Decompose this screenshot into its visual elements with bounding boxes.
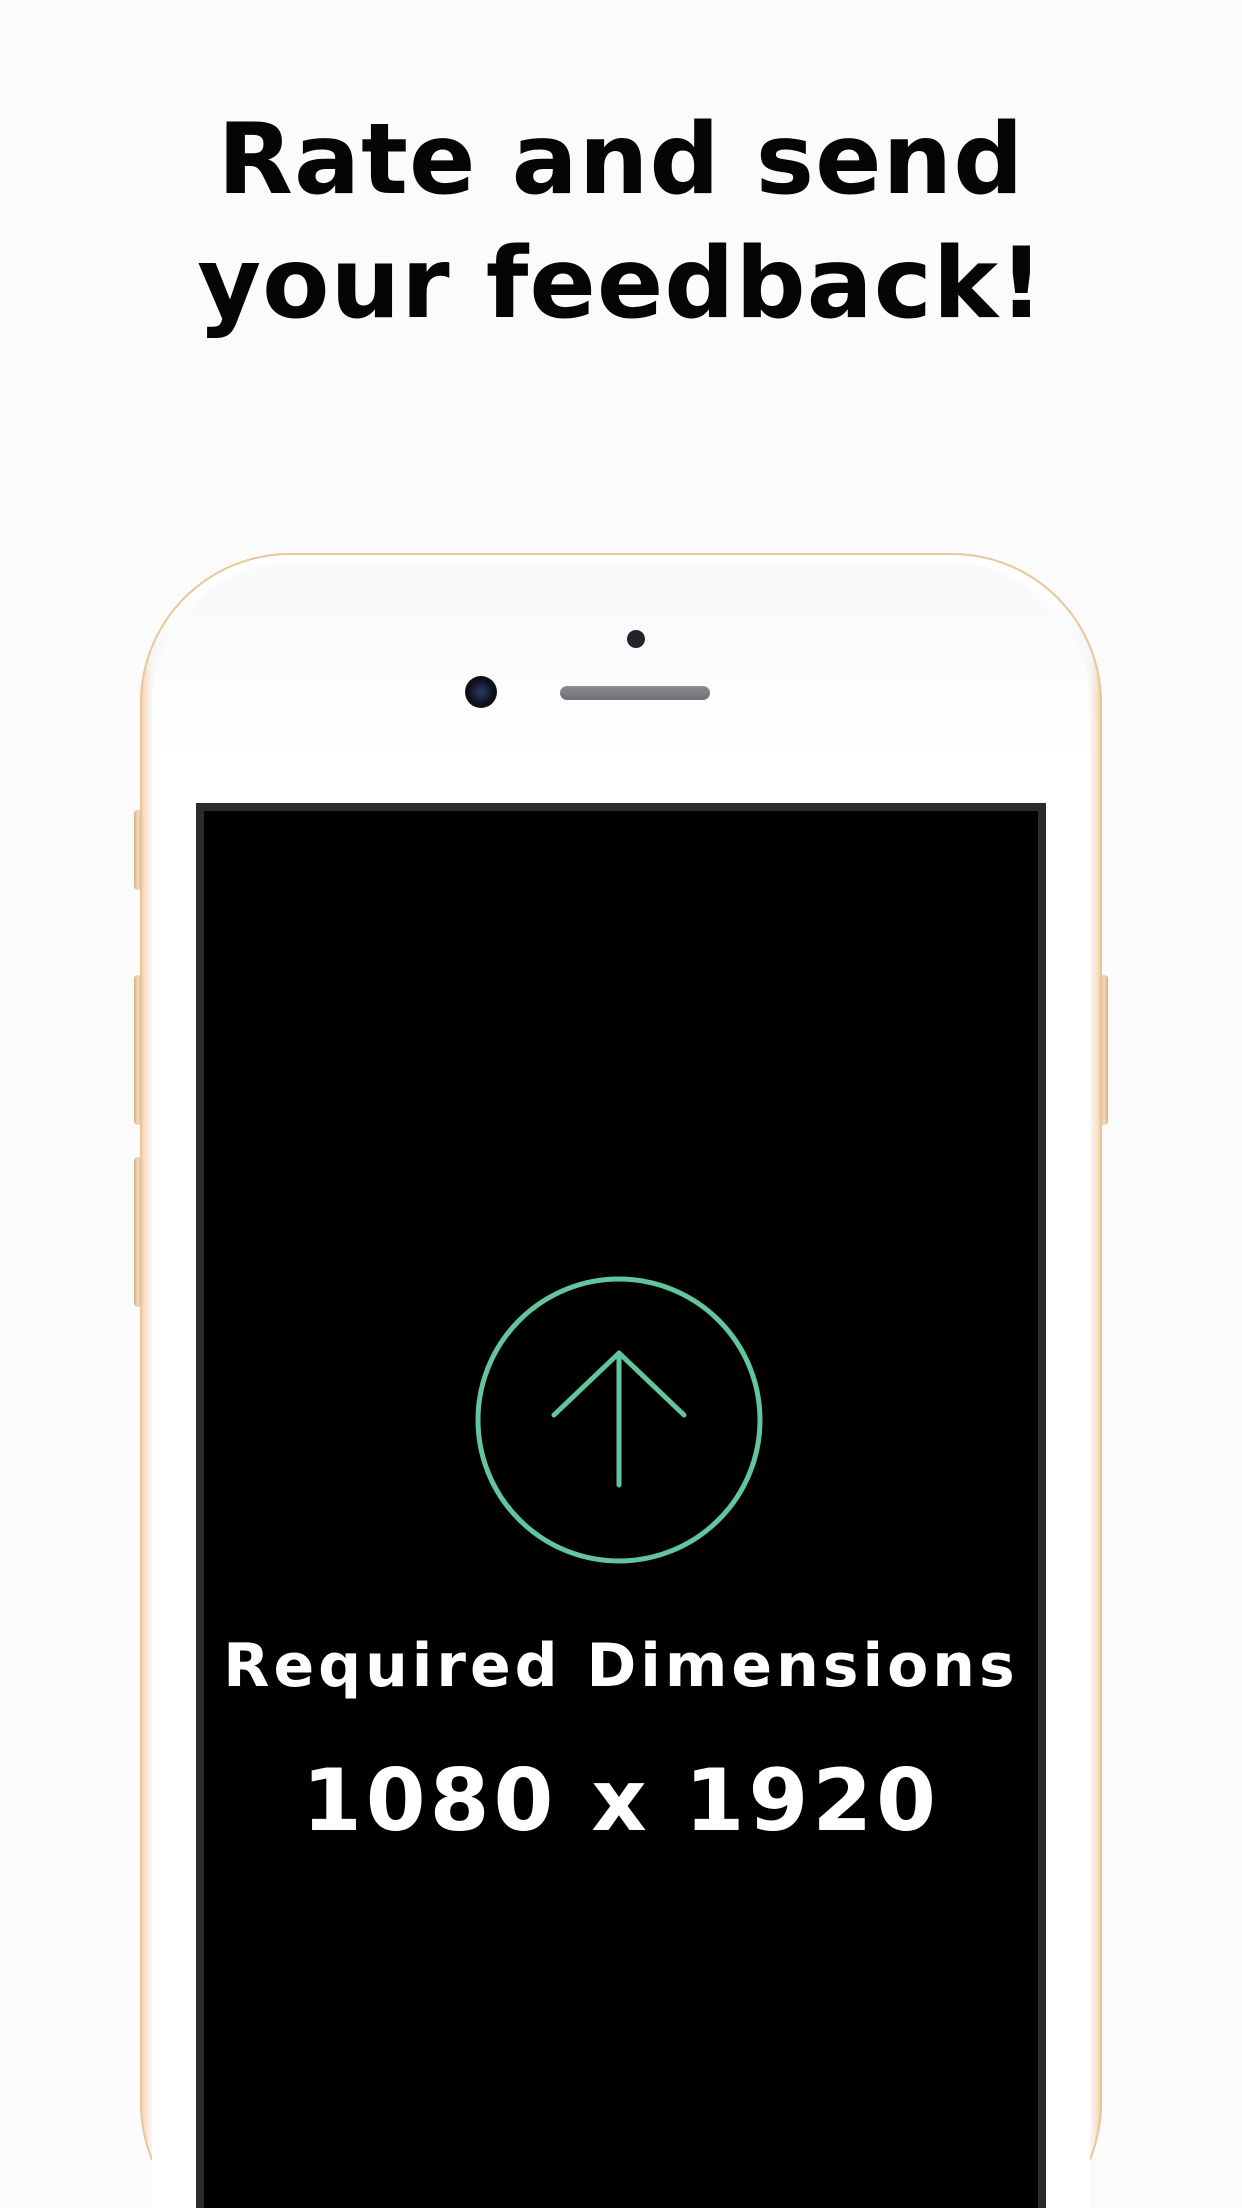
required-dimensions-label: Required Dimensions: [223, 1631, 1019, 1701]
headline-line-2: your feedback!: [197, 227, 1045, 341]
headline-line-1: Rate and send: [217, 103, 1025, 217]
arrow-up-circle-icon[interactable]: [474, 1275, 764, 1565]
required-dimensions-value: 1080 x 1920: [301, 1751, 941, 1851]
phone-mockup: Required Dimensions 1080 x 1920: [140, 553, 1102, 2208]
earpiece-speaker: [560, 686, 710, 700]
proximity-sensor: [627, 630, 645, 648]
front-camera: [465, 676, 497, 708]
headline: Rate and send your feedback!: [0, 98, 1242, 346]
screenshot-placeholder[interactable]: Required Dimensions 1080 x 1920: [196, 803, 1046, 2208]
